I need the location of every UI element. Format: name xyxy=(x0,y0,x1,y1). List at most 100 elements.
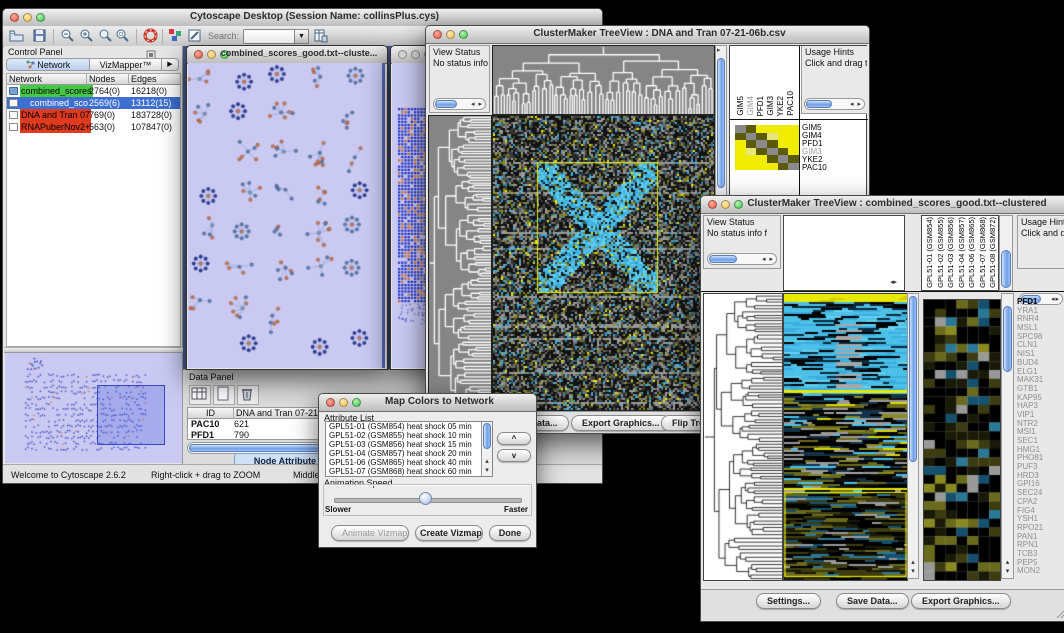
zoom-heatmap-cell[interactable] xyxy=(735,148,746,156)
zoom-heatmap-cell[interactable] xyxy=(746,140,757,148)
zoom-selected-icon[interactable] xyxy=(98,28,113,43)
create-vizmap-button[interactable]: Create Vizmap xyxy=(415,525,483,541)
zoom-heatmap-cell[interactable] xyxy=(756,133,767,141)
zoom-heatmap-cell[interactable] xyxy=(778,125,789,133)
zoom-heatmap-cell[interactable] xyxy=(767,133,778,141)
attribute-list-item[interactable]: GPL51-02 (GSM855) heat shock 10 min xyxy=(326,431,492,440)
zoom-heatmap-cell[interactable] xyxy=(788,148,799,156)
heatmap-vscrollbar[interactable]: ▴ ▾ xyxy=(907,293,919,579)
scroll-up-icon[interactable]: ▴ xyxy=(482,458,492,466)
vizmapper-icon[interactable] xyxy=(168,28,183,43)
attribute-list-item[interactable]: GPL51-06 (GSM865) heat shock 40 min xyxy=(326,458,492,467)
treeview-window-combined[interactable]: ClusterMaker TreeView : combined_scores_… xyxy=(700,195,1064,622)
button-settings[interactable]: Settings... xyxy=(756,593,821,609)
zoom-heatmap-cell[interactable] xyxy=(767,125,778,133)
move-up-button[interactable]: ^ xyxy=(497,432,531,445)
zoom-heatmap-cell[interactable] xyxy=(767,163,778,171)
minimize-icon[interactable] xyxy=(339,398,348,407)
button-export-graphics[interactable]: Export Graphics... xyxy=(571,415,671,431)
zoom-heatmap-cell[interactable] xyxy=(746,125,757,133)
delete-attribute-icon[interactable] xyxy=(237,385,259,405)
network-list-row[interactable]: DNA and Tran 07769(0)183728(0) xyxy=(7,109,180,121)
zoom-heatmap-cell[interactable] xyxy=(746,163,757,171)
zoom-heatmap-cell[interactable] xyxy=(735,133,746,141)
scroll-arrows-icon[interactable]: ◂▸ xyxy=(890,278,897,286)
attribute-listbox[interactable]: GPL51-01 (GSM854) heat shock 05 minGPL51… xyxy=(325,421,493,477)
zoom-heatmap-cell[interactable] xyxy=(756,163,767,171)
zoom-vscrollbar[interactable]: ▴ ▾ xyxy=(1001,293,1014,579)
scroll-arrows-icon[interactable]: ◂ ▸ xyxy=(762,255,774,263)
new-attribute-icon[interactable] xyxy=(213,385,235,405)
speed-slider-thumb[interactable] xyxy=(419,492,432,505)
overview-viewport-rect[interactable] xyxy=(97,385,165,445)
zoom-heatmap-cell[interactable] xyxy=(735,155,746,163)
labels-vscrollbar[interactable] xyxy=(999,215,1013,291)
expand-arrow-icon[interactable]: ▸ xyxy=(717,46,721,54)
network-overview-panel[interactable] xyxy=(5,353,182,463)
scroll-up-icon[interactable]: ▴ xyxy=(1002,559,1013,567)
search-input[interactable] xyxy=(243,29,295,44)
scroll-down-icon[interactable]: ▾ xyxy=(482,467,492,475)
network-tree-table[interactable]: Network Nodes Edges combined_scores2764(… xyxy=(6,73,181,347)
close-icon[interactable] xyxy=(708,200,717,209)
zoom-fit-icon[interactable] xyxy=(115,28,130,43)
close-icon[interactable] xyxy=(433,30,442,39)
zoom-heatmap-cell[interactable] xyxy=(767,140,778,148)
minimize-icon[interactable] xyxy=(23,13,32,22)
col-network[interactable]: Network xyxy=(7,74,87,85)
zoom-heatmap-canvas[interactable] xyxy=(924,300,1000,580)
zoom-heatmap-cell[interactable] xyxy=(778,155,789,163)
network-table-header[interactable]: Network Nodes Edges xyxy=(7,74,180,85)
zoom-heatmap-cell[interactable] xyxy=(778,148,789,156)
attribute-list-scrollbar[interactable]: ▴ ▾ xyxy=(481,422,492,476)
attribute-list-item[interactable]: GPL51-01 (GSM854) heat shock 05 min xyxy=(326,422,492,431)
zoom-heatmap-cell[interactable] xyxy=(756,140,767,148)
help-icon[interactable] xyxy=(143,28,158,43)
global-heatmap-canvas[interactable] xyxy=(493,116,714,410)
scroll-up-icon[interactable]: ▴ xyxy=(908,559,918,567)
network-list-row[interactable]: combined_scores2764(0)16218(0) xyxy=(7,85,180,97)
minimize-icon[interactable] xyxy=(721,200,730,209)
row-dendrogram-canvas[interactable] xyxy=(704,294,782,580)
close-icon[interactable] xyxy=(194,50,203,59)
network-view-window[interactable]: combined_scores_good.txt--cluste... xyxy=(186,45,388,370)
open-session-icon[interactable] xyxy=(9,28,24,43)
zoom-heatmap-cell[interactable] xyxy=(746,155,757,163)
save-session-icon[interactable] xyxy=(32,28,47,43)
attribute-list-item[interactable]: GPL51-03 (GSM856) heat shock 15 min xyxy=(326,440,492,449)
network-list-row[interactable]: combined_sco2569(6)13112(15) xyxy=(7,97,180,109)
column-dendrogram-canvas[interactable] xyxy=(493,46,714,114)
zoom-heatmap-cell[interactable] xyxy=(746,148,757,156)
tab-network[interactable]: Network xyxy=(6,58,90,71)
table-mode-icon[interactable] xyxy=(189,385,211,405)
zoom-heatmap-cell[interactable] xyxy=(746,133,757,141)
table-import-icon[interactable] xyxy=(313,28,328,43)
zoom-heatmap-cell[interactable] xyxy=(778,133,789,141)
zoom-heatmap-cell[interactable] xyxy=(735,163,746,171)
close-icon[interactable] xyxy=(10,13,19,22)
zoom-heatmap-cell[interactable] xyxy=(788,125,799,133)
zoom-heatmap-cell[interactable] xyxy=(756,155,767,163)
usage-hints-scrollbar[interactable]: ◂ ▸ xyxy=(804,98,865,110)
zoom-heatmap-cell[interactable] xyxy=(778,163,789,171)
close-icon[interactable] xyxy=(398,50,407,59)
resize-grip-icon[interactable] xyxy=(1055,607,1064,619)
zoom-heatmap-cell[interactable] xyxy=(788,155,799,163)
zoom-heatmap-cell[interactable] xyxy=(735,125,746,133)
view-status-scrollbar[interactable]: ◂ ▸ xyxy=(707,253,777,265)
scroll-down-icon[interactable]: ▾ xyxy=(908,568,918,576)
zoom-heatmap-cell[interactable] xyxy=(756,125,767,133)
scroll-down-icon[interactable]: ▾ xyxy=(1002,568,1013,576)
move-down-button[interactable]: v xyxy=(497,449,531,462)
col-edges[interactable]: Edges xyxy=(129,74,180,85)
button-export-graphics[interactable]: Export Graphics... xyxy=(911,593,1011,609)
scroll-arrows-icon[interactable]: ◂ ▸ xyxy=(850,100,862,108)
zoom-heatmap-cell[interactable] xyxy=(767,155,778,163)
attribute-list-item[interactable]: GPL51-04 (GSM857) heat shock 20 min xyxy=(326,449,492,458)
close-icon[interactable] xyxy=(326,398,335,407)
minimize-icon[interactable] xyxy=(207,50,216,59)
zoom-heatmap-cell[interactable] xyxy=(788,140,799,148)
zoom-heatmap-cell[interactable] xyxy=(735,140,746,148)
animate-vizmap-button[interactable]: Animate Vizmap xyxy=(331,525,409,541)
tab-overflow-button[interactable]: ▶ xyxy=(162,58,179,71)
